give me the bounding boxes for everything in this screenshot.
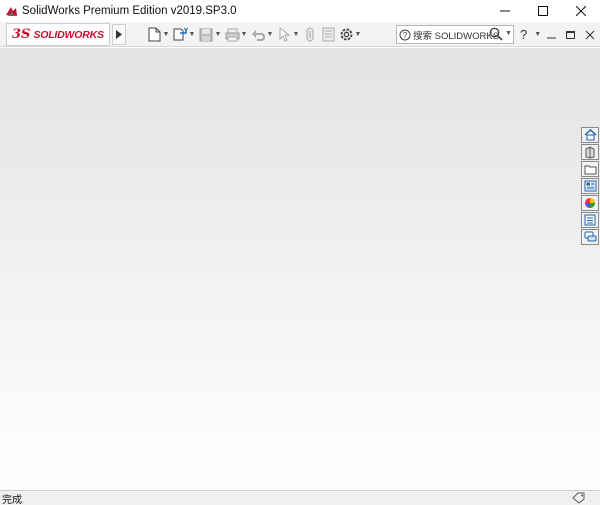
minimize-icon [547,37,556,38]
svg-text:?: ? [403,31,408,40]
view-palette-icon [584,180,596,192]
tag-icon[interactable] [572,492,586,505]
close-button[interactable] [562,0,600,22]
task-pane-file-explorer-tab[interactable] [581,161,599,177]
window-title: SolidWorks Premium Edition v2019.SP3.0 [22,5,237,17]
open-document-icon [172,27,188,43]
status-text: 完成 [2,494,22,505]
chevron-down-icon[interactable]: ▼ [188,27,196,43]
task-pane-custom-properties-tab[interactable] [581,212,599,228]
title-bar: SolidWorks Premium Edition v2019.SP3.0 [0,0,600,22]
custom-properties-icon [584,214,596,226]
rebuild-button[interactable] [302,25,318,45]
document-window-controls [546,25,596,44]
solidworks-menu-button[interactable]: 3S SOLIDWORKS [6,23,110,46]
home-icon [584,129,596,141]
task-pane-home-tab[interactable] [581,127,599,143]
search-input[interactable]: 搜索 SOLIDWORKS [413,28,499,42]
task-pane-tabs [581,127,599,247]
appearances-icon [585,198,595,208]
search-options-chevron-icon[interactable]: ▼ [505,30,512,37]
design-library-icon [585,145,595,159]
close-icon [585,30,595,39]
print-icon [224,27,240,43]
chevron-down-icon[interactable]: ▼ [162,27,170,43]
chevron-down-icon[interactable]: ▼ [292,27,300,43]
save-icon [198,27,214,43]
task-pane-forum-tab[interactable] [581,229,599,245]
menu-flyout-button[interactable] [112,24,126,45]
chevron-right-icon [116,30,122,39]
maximize-icon [538,6,548,16]
open-document-button[interactable]: ▼ [172,25,196,45]
graphics-area[interactable] [0,48,600,490]
standard-tools: ▼ ▼ ▼ ▼ ▼ ▼ ▼ [146,22,362,47]
restore-icon [566,30,575,39]
help-icon: ? [520,27,528,42]
chevron-down-icon[interactable]: ▼ [354,27,362,43]
rebuild-icon [302,27,318,43]
new-document-button[interactable]: ▼ [146,25,170,45]
task-pane-view-palette-tab[interactable] [581,178,599,194]
save-button[interactable]: ▼ [198,25,222,45]
task-pane-design-library-tab[interactable] [581,144,599,160]
minimize-icon [500,10,510,12]
minimize-button[interactable] [486,0,524,22]
options-button[interactable]: ▼ [338,25,362,45]
ds-logo: 3S [12,27,31,42]
chevron-down-icon[interactable]: ▼ [214,27,222,43]
doc-restore-button[interactable] [565,28,577,42]
undo-button[interactable]: ▼ [250,25,274,45]
solidworks-logo-text: SOLIDWORKS [33,28,104,41]
options-icon [338,27,354,43]
file-properties-button[interactable] [320,25,336,45]
undo-icon [250,27,266,43]
solidworks-app-icon[interactable] [4,4,18,18]
doc-minimize-button[interactable] [546,28,558,42]
window-controls [486,0,600,22]
status-bar: 完成 [0,490,600,505]
maximize-button[interactable] [524,0,562,22]
chevron-down-icon[interactable]: ▼ [266,27,274,43]
search-icon[interactable] [489,27,503,44]
doc-close-button[interactable] [584,28,596,42]
file-properties-icon [320,27,336,43]
close-icon [576,6,586,16]
file-explorer-icon [584,165,596,174]
select-button[interactable]: ▼ [276,25,300,45]
search-help-icon[interactable]: ? [397,29,413,41]
print-button[interactable]: ▼ [224,25,248,45]
help-button[interactable]: ? ▼ [518,25,541,44]
chevron-down-icon[interactable]: ▼ [240,27,248,43]
menu-toolbar: 3S SOLIDWORKS ▼ ▼ ▼ ▼ ▼ ▼ ▼ ? 搜索 SOLIDWO… [0,22,600,47]
task-pane-appearances-tab[interactable] [581,195,599,211]
select-icon [276,27,292,43]
chevron-down-icon[interactable]: ▼ [534,31,541,38]
forum-icon [584,231,596,242]
new-document-icon [146,27,162,43]
